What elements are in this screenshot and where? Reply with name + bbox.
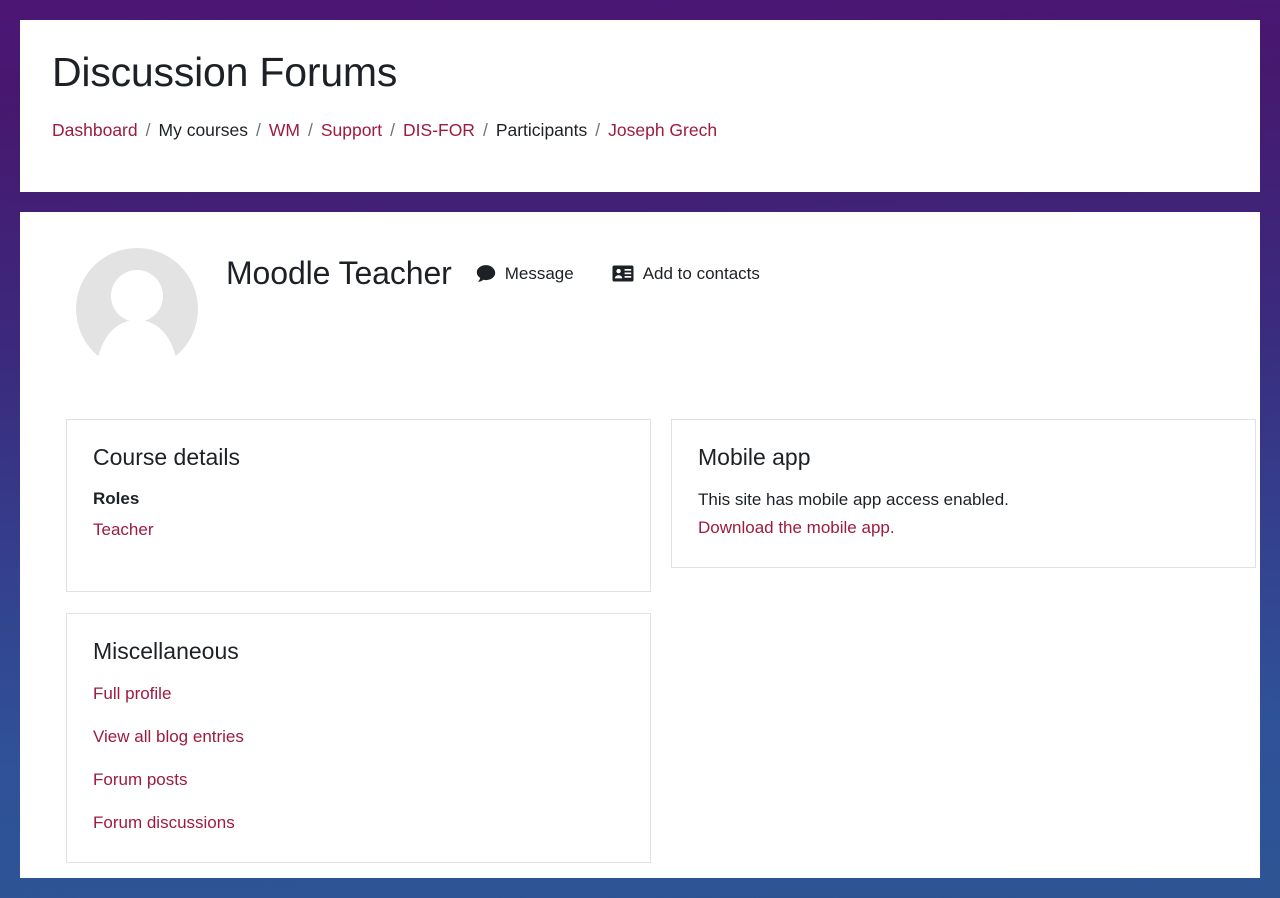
page-header-panel: Discussion Forums Dashboard / My courses… [20, 20, 1260, 192]
breadcrumb-item-dis-for[interactable]: DIS-FOR [403, 119, 475, 142]
roles-label: Roles [93, 488, 140, 508]
mobile-app-text: This site has mobile app access enabled. [698, 489, 1009, 509]
breadcrumb-separator: / [307, 120, 313, 141]
breadcrumb-separator: / [595, 120, 601, 141]
message-button[interactable]: Message [476, 264, 574, 283]
miscellaneous-links: Full profile View all blog entries Forum… [93, 682, 624, 836]
breadcrumb-item-joseph-grech[interactable]: Joseph Grech [608, 119, 717, 142]
profile-content-panel: Moodle Teacher Message Add to contacts C… [20, 212, 1260, 878]
forum-discussions-link[interactable]: Forum discussions [93, 811, 624, 836]
user-header: Moodle Teacher Message Add to contacts [50, 240, 1230, 370]
breadcrumb: Dashboard / My courses / WM / Support / … [52, 119, 1230, 142]
message-label: Message [504, 264, 574, 284]
breadcrumb-separator: / [145, 120, 151, 141]
user-identity-block: Moodle Teacher Message Add to contacts [226, 255, 760, 291]
mobile-app-title: Mobile app [698, 444, 811, 470]
profile-cards-grid: Course details Roles Teacher Mobile app … [66, 419, 1256, 863]
course-details-card: Course details Roles Teacher [66, 419, 651, 592]
user-full-name: Moodle Teacher [226, 255, 452, 291]
add-to-contacts-button[interactable]: Add to contacts [612, 265, 760, 282]
breadcrumb-item-support[interactable]: Support [321, 119, 382, 142]
download-mobile-app-link[interactable]: Download the mobile app. [698, 516, 1229, 541]
forum-posts-link[interactable]: Forum posts [93, 768, 624, 793]
breadcrumb-item-participants: Participants [495, 120, 588, 141]
avatar [76, 248, 198, 370]
breadcrumb-item-wm[interactable]: WM [269, 119, 300, 142]
view-all-blog-entries-link[interactable]: View all blog entries [93, 725, 624, 750]
mobile-app-card: Mobile app This site has mobile app acce… [671, 419, 1256, 568]
page-root: Discussion Forums Dashboard / My courses… [0, 20, 1280, 898]
miscellaneous-card: Miscellaneous Full profile View all blog… [66, 613, 651, 863]
role-link-teacher[interactable]: Teacher [93, 518, 624, 543]
course-details-title: Course details [93, 444, 241, 470]
add-to-contacts-label: Add to contacts [642, 264, 760, 284]
address-card-icon [612, 265, 634, 282]
miscellaneous-title: Miscellaneous [93, 638, 239, 664]
breadcrumb-item-dashboard[interactable]: Dashboard [52, 119, 138, 142]
page-title: Discussion Forums [52, 49, 398, 95]
full-profile-link[interactable]: Full profile [93, 682, 624, 707]
breadcrumb-separator: / [482, 120, 488, 141]
breadcrumb-item-my-courses: My courses [158, 120, 248, 141]
comment-icon [476, 264, 496, 283]
default-user-avatar-icon [76, 248, 198, 370]
breadcrumb-separator: / [390, 120, 395, 141]
breadcrumb-separator: / [255, 120, 261, 141]
